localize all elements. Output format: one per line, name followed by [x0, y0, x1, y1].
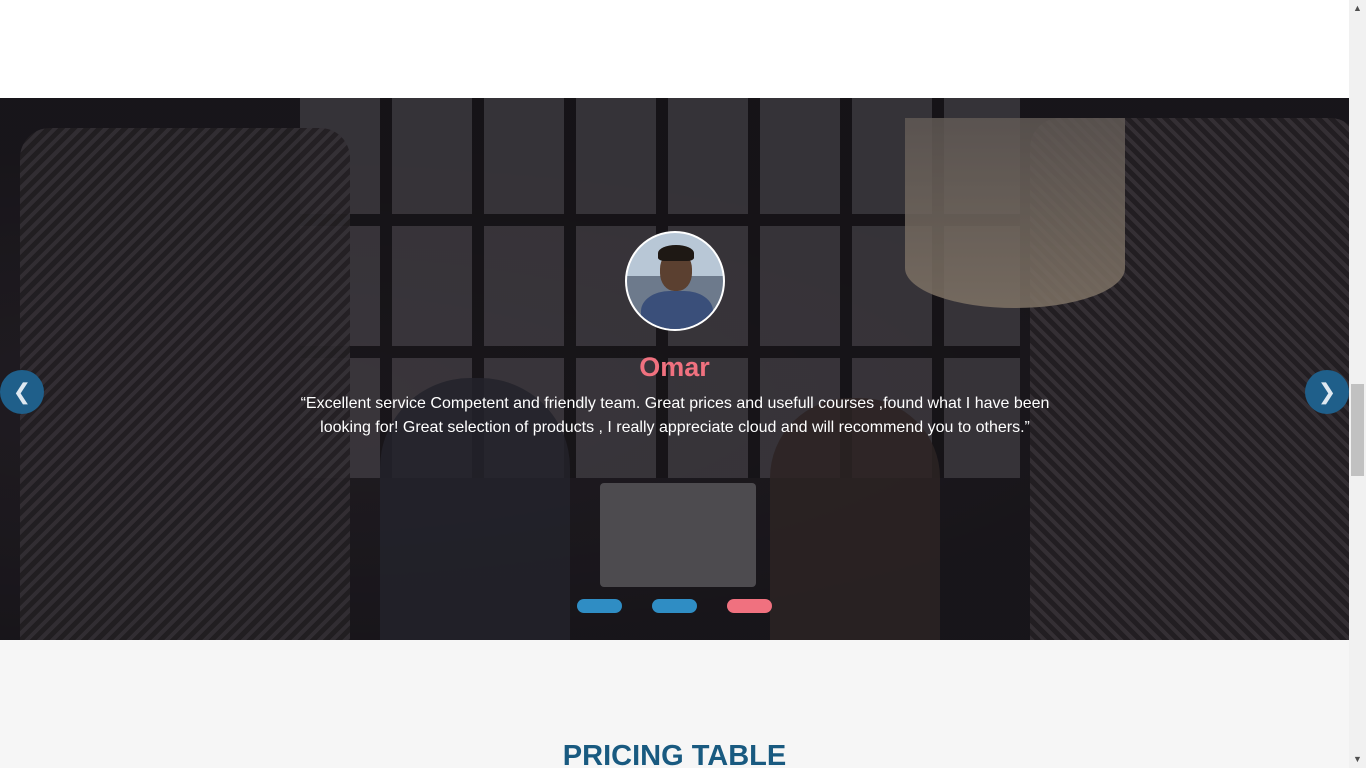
pricing-title: PRICING TABLE [562, 740, 787, 768]
slide-dot-1[interactable] [577, 599, 622, 613]
slide-dot-3[interactable] [727, 599, 772, 613]
next-slide-button[interactable]: ❯ [1305, 370, 1349, 414]
chevron-right-icon: ❯ [1317, 379, 1337, 404]
testimonial-quote: “Excellent service Competent and friendl… [300, 395, 1050, 436]
scrollbar-thumb[interactable] [1351, 384, 1364, 476]
avatar-body [641, 291, 713, 329]
prev-slide-button[interactable]: ❮ [0, 370, 44, 414]
chevron-left-icon: ❮ [12, 379, 32, 404]
page: Omar “Excellent service Competent and fr… [0, 0, 1349, 768]
scroll-down-arrow-icon[interactable]: ▼ [1349, 751, 1366, 768]
testimonial-slider: Omar “Excellent service Competent and fr… [0, 98, 1349, 640]
pricing-section: PRICING TABLE [0, 640, 1349, 768]
scroll-up-arrow-icon[interactable]: ▲ [1349, 0, 1366, 17]
testimonial-name: Omar [639, 352, 710, 382]
vertical-scrollbar[interactable]: ▲ ▼ [1349, 0, 1366, 768]
top-section [0, 0, 1349, 98]
avatar [625, 231, 725, 331]
avatar-hair [658, 245, 694, 261]
slider-pagination [577, 599, 772, 613]
slide-dot-2[interactable] [652, 599, 697, 613]
